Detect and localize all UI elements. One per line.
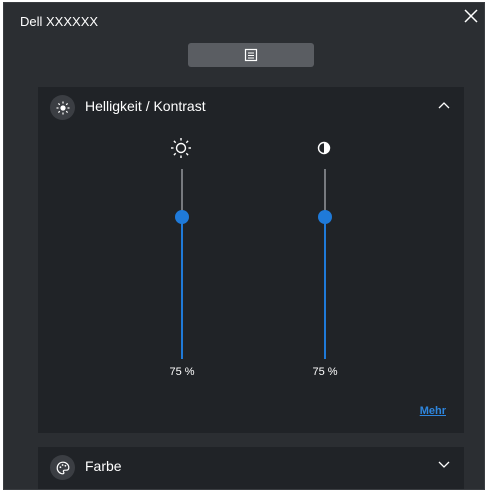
- brightness-slider-fill: [181, 216, 183, 359]
- brightness-slider[interactable]: [175, 169, 189, 359]
- brightness-contrast-header[interactable]: Helligkeit / Kontrast: [38, 87, 464, 123]
- color-header[interactable]: Farbe: [38, 447, 464, 483]
- close-button[interactable]: [462, 7, 480, 25]
- window-title: Dell XXXXXX: [20, 14, 99, 29]
- menu-button[interactable]: [188, 43, 314, 67]
- brightness-slider-thumb[interactable]: [175, 209, 189, 224]
- contrast-icon: [313, 137, 335, 159]
- document-list-icon: [244, 48, 258, 62]
- color-panel: Farbe: [38, 447, 464, 489]
- contrast-slider-thumb[interactable]: [318, 209, 332, 224]
- color-title: Farbe: [85, 458, 122, 474]
- palette-icon: [50, 455, 75, 480]
- chevron-up-icon[interactable]: [438, 101, 450, 109]
- brightness-contrast-panel: Helligkeit / Kontrast 75 % 75 % Mehr: [38, 87, 464, 433]
- brightness-value: 75 %: [169, 366, 195, 378]
- contrast-slider[interactable]: [318, 169, 332, 359]
- contrast-slider-fill: [324, 216, 326, 359]
- more-link[interactable]: Mehr: [420, 405, 446, 417]
- contrast-value: 75 %: [312, 366, 338, 378]
- brightness-contrast-title: Helligkeit / Kontrast: [85, 98, 206, 114]
- brightness-icon: [50, 95, 75, 120]
- close-icon: [464, 9, 478, 23]
- sun-icon: [170, 137, 192, 159]
- chevron-down-icon[interactable]: [438, 461, 450, 469]
- app-window: Dell XXXXXX Helligkeit / Kontrast 75 % 7…: [3, 2, 485, 490]
